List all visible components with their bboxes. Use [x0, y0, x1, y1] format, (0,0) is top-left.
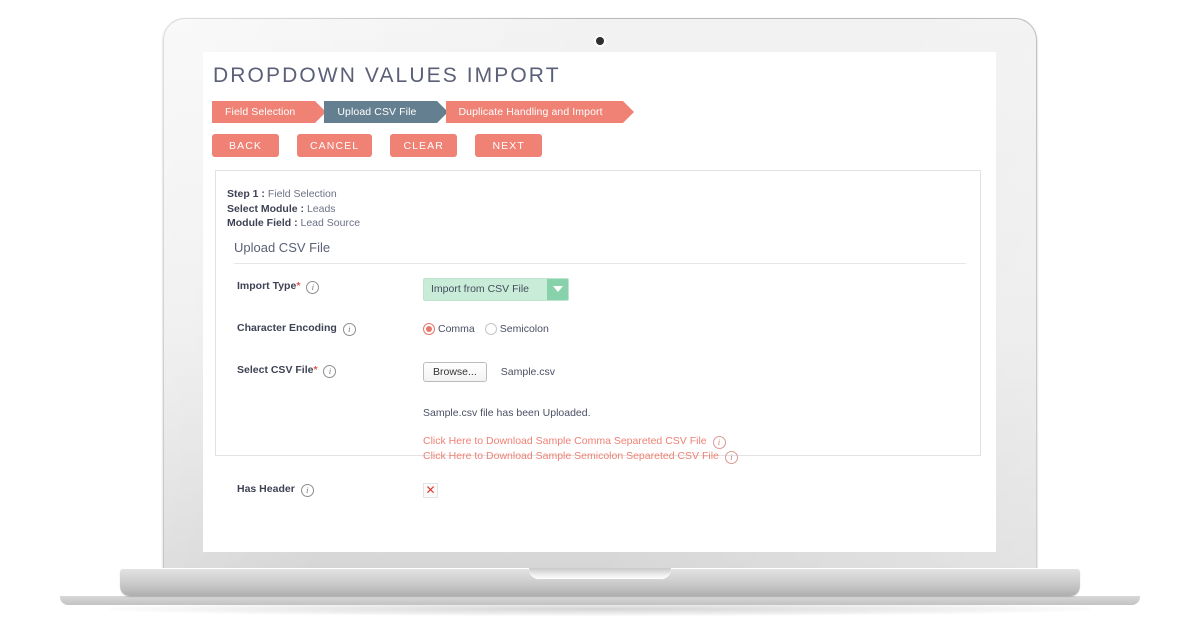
download-semicolon-sample-label: Click Here to Download Sample Semicolon … — [423, 449, 719, 462]
row-import-type: Import Type* i Import from CSV File — [227, 277, 966, 303]
screenshot-stage: DROPDOWN VALUES IMPORT Field Selection U… — [0, 0, 1200, 630]
radio-semicolon[interactable]: Semicolon — [484, 322, 549, 335]
row-select-csv-file: Select CSV File* i Browse... Sample.csv … — [227, 361, 966, 464]
summary-step: Step 1 : Field Selection — [227, 187, 966, 202]
form-spacer — [227, 345, 966, 362]
browse-button[interactable]: Browse... — [423, 361, 487, 382]
info-icon[interactable]: i — [300, 483, 314, 497]
page-title: DROPDOWN VALUES IMPORT — [213, 64, 561, 87]
summary-module-label: Select Module : — [227, 202, 305, 215]
info-icon[interactable]: i — [724, 450, 738, 464]
import-type-label: Import Type* i — [227, 278, 423, 294]
step-duplicate-handling-label: Duplicate Handling and Import — [458, 106, 603, 118]
step-duplicate-handling-and-import[interactable]: Duplicate Handling and Import — [445, 101, 634, 123]
action-button-bar: BACK CANCEL CLEAR NEXT — [203, 123, 996, 157]
radio-dot-icon — [484, 322, 497, 335]
info-icon[interactable]: i — [306, 280, 320, 294]
download-comma-sample-link[interactable]: Click Here to Download Sample Comma Sepa… — [423, 434, 966, 449]
step-upload-csv-file[interactable]: Upload CSV File — [324, 101, 448, 123]
download-comma-sample-label: Click Here to Download Sample Comma Sepa… — [423, 434, 707, 447]
character-encoding-control: Comma Semicolon — [423, 320, 966, 335]
cancel-button[interactable]: CANCEL — [297, 134, 373, 157]
import-type-required-marker: * — [296, 279, 301, 292]
chevron-down-icon[interactable] — [547, 278, 568, 300]
upload-status-note: Sample.csv file has been Uploaded. — [423, 406, 591, 419]
select-csv-file-required-marker: * — [313, 363, 318, 376]
select-csv-file-label: Select CSV File* i — [227, 362, 423, 378]
info-icon[interactable]: i — [712, 435, 726, 449]
radio-comma-label: Comma — [438, 322, 475, 335]
import-type-select[interactable]: Import from CSV File — [423, 277, 569, 301]
section-heading: Upload CSV File — [234, 240, 966, 264]
character-encoding-label: Character Encoding i — [227, 320, 423, 336]
sample-download-links: Click Here to Download Sample Comma Sepa… — [423, 434, 966, 464]
has-header-label: Has Header i — [227, 481, 423, 497]
laptop-base-notch — [529, 568, 671, 579]
info-icon[interactable]: i — [323, 364, 337, 378]
summary-module: Select Module : Leads — [227, 202, 966, 217]
laptop-screen: DROPDOWN VALUES IMPORT Field Selection U… — [203, 52, 996, 552]
summary-field-label: Module Field : — [227, 217, 298, 229]
character-encoding-radio-group: Comma Semicolon — [423, 320, 966, 335]
next-button[interactable]: NEXT — [475, 134, 543, 157]
import-type-label-text: Import Type — [237, 279, 297, 292]
import-type-selected-value: Import from CSV File — [431, 282, 530, 295]
laptop-base — [120, 568, 1080, 596]
row-has-header: Has Header i ✕ — [227, 481, 966, 506]
form-spacer — [227, 464, 966, 481]
clear-button[interactable]: CLEAR — [390, 134, 458, 157]
step-field-selection-label: Field Selection — [225, 106, 296, 118]
character-encoding-label-text: Character Encoding — [237, 321, 337, 334]
summary-module-value: Leads — [306, 202, 336, 215]
selected-file-name: Sample.csv — [500, 365, 556, 378]
import-form-card: Step 1 : Field Selection Select Module :… — [215, 170, 981, 498]
summary-step-label: Step 1 : — [227, 188, 265, 200]
radio-semicolon-label: Semicolon — [499, 322, 549, 335]
has-header-control: ✕ — [423, 481, 966, 500]
summary-field: Module Field : Lead Source — [227, 216, 966, 231]
summary-step-value: Field Selection — [267, 188, 337, 200]
step-breadcrumb: Field Selection Upload CSV File Duplicat… — [203, 88, 996, 123]
step-field-selection[interactable]: Field Selection — [212, 101, 327, 123]
radio-dot-icon — [423, 322, 435, 335]
form-spacer — [227, 303, 966, 320]
laptop-camera-icon — [596, 37, 604, 45]
select-csv-file-control: Browse... Sample.csv Sample.csv file has… — [423, 361, 966, 464]
summary-field-value: Lead Source — [300, 217, 361, 229]
row-character-encoding: Character Encoding i Comma Semicolon — [227, 320, 966, 345]
upload-csv-form: Import Type* i Import from CSV File Char… — [227, 264, 966, 506]
back-button[interactable]: BACK — [212, 134, 279, 157]
select-csv-file-label-text: Select CSV File — [237, 363, 314, 376]
laptop-foot — [60, 596, 1140, 605]
import-type-control: Import from CSV File — [423, 277, 966, 301]
has-header-checkbox[interactable]: ✕ — [423, 482, 438, 498]
step-upload-csv-file-label: Upload CSV File — [337, 106, 417, 118]
info-icon[interactable]: i — [342, 322, 356, 336]
radio-comma[interactable]: Comma — [423, 322, 475, 335]
download-semicolon-sample-link[interactable]: Click Here to Download Sample Semicolon … — [423, 449, 966, 464]
file-picker-row: Browse... Sample.csv — [423, 361, 966, 382]
has-header-label-text: Has Header — [237, 482, 295, 495]
app-viewport: DROPDOWN VALUES IMPORT Field Selection U… — [203, 52, 996, 552]
